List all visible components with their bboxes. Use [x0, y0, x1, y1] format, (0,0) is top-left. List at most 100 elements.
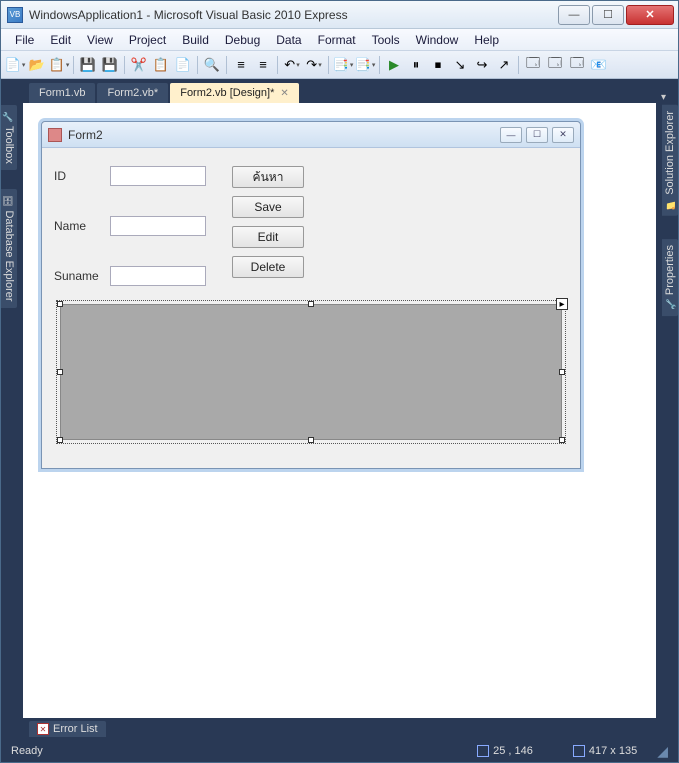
menu-project[interactable]: Project: [121, 31, 174, 49]
form-maximize-button[interactable]: ☐: [526, 127, 548, 143]
stop-button[interactable]: ⏹: [428, 55, 448, 75]
smart-tag-button[interactable]: ▸: [556, 298, 568, 310]
resize-handle-tl[interactable]: [57, 301, 63, 307]
status-text: Ready: [11, 745, 43, 757]
paste-button[interactable]: 📄: [173, 55, 193, 75]
platform-button[interactable]: 📑: [355, 55, 375, 75]
name-label: Name: [54, 219, 110, 233]
separator: [73, 56, 74, 74]
separator: [226, 56, 227, 74]
wrench-icon: 🔧: [665, 299, 675, 310]
form-minimize-button[interactable]: —: [500, 127, 522, 143]
window-button-2[interactable]: 🗔: [545, 55, 565, 75]
resize-grip[interactable]: ◢: [657, 743, 668, 760]
copy-button[interactable]: 📋: [151, 55, 171, 75]
separator: [277, 56, 278, 74]
resize-handle-mr[interactable]: [559, 369, 565, 375]
resize-handle-bm[interactable]: [308, 437, 314, 443]
id-input[interactable]: [110, 166, 206, 186]
edit-button[interactable]: Edit: [232, 226, 304, 248]
size-icon: [573, 745, 585, 757]
resize-handle-br[interactable]: [559, 437, 565, 443]
separator: [124, 56, 125, 74]
suname-label: Suname: [54, 269, 110, 283]
form-close-button[interactable]: ✕: [552, 127, 574, 143]
find-button[interactable]: 🔍: [202, 55, 222, 75]
new-project-button[interactable]: 📄: [5, 55, 25, 75]
uncomment-button[interactable]: ≡: [253, 55, 273, 75]
resize-handle-tm[interactable]: [308, 301, 314, 307]
menu-file[interactable]: File: [7, 31, 42, 49]
search-button[interactable]: ค้นหา: [232, 166, 304, 188]
tab-form2-vb[interactable]: Form2.vb*: [97, 83, 168, 103]
resize-handle-bl[interactable]: [57, 437, 63, 443]
id-label: ID: [54, 169, 110, 183]
menu-window[interactable]: Window: [408, 31, 467, 49]
save-all-button[interactable]: 💾: [100, 55, 120, 75]
database-explorer-tab[interactable]: 🗄Database Explorer: [1, 189, 17, 308]
tab-form1-vb[interactable]: Form1.vb: [29, 83, 95, 103]
step-out-button[interactable]: ↗: [494, 55, 514, 75]
form-icon: [48, 128, 62, 142]
step-over-button[interactable]: ↪: [472, 55, 492, 75]
pin-icon: 🔧: [4, 111, 14, 122]
config-button[interactable]: 📑: [333, 55, 353, 75]
resize-handle-ml[interactable]: [57, 369, 63, 375]
separator: [379, 56, 380, 74]
pause-button[interactable]: ⏸: [406, 55, 426, 75]
position-indicator: 25 , 146: [477, 745, 533, 757]
app-window: VB WindowsApplication1 - Microsoft Visua…: [0, 0, 679, 763]
redo-button[interactable]: ↷: [304, 55, 324, 75]
toolbar: 📄 📂 📋 💾 💾 ✂️ 📋 📄 🔍 ≡ ≡ ↶ ↷ 📑 📑 ▶ ⏸ ⏹ ↘ ↪…: [1, 51, 678, 79]
comment-button[interactable]: ≡: [231, 55, 251, 75]
save-button[interactable]: 💾: [78, 55, 98, 75]
menu-data[interactable]: Data: [268, 31, 309, 49]
menu-debug[interactable]: Debug: [217, 31, 268, 49]
menu-build[interactable]: Build: [174, 31, 217, 49]
close-button[interactable]: ✕: [626, 5, 674, 25]
document-tabs: Form1.vb Form2.vb* Form2.vb [Design]*✕ ▾: [1, 79, 678, 103]
tab-form2-design[interactable]: Form2.vb [Design]*✕: [170, 83, 299, 103]
start-debug-button[interactable]: ▶: [384, 55, 404, 75]
add-item-button[interactable]: 📋: [49, 55, 69, 75]
app-icon: VB: [7, 7, 23, 23]
open-button[interactable]: 📂: [27, 55, 47, 75]
size-indicator: 417 x 135: [573, 745, 637, 757]
form2-title: Form2: [68, 128, 500, 142]
save-form-button[interactable]: Save: [232, 196, 304, 218]
folder-icon: 📁: [665, 199, 675, 210]
bottom-tool-strip: ✕ Error List: [1, 718, 678, 740]
form2-titlebar[interactable]: Form2 — ☐ ✕: [42, 122, 580, 148]
designer-surface[interactable]: Form2 — ☐ ✕ ID: [23, 103, 656, 718]
solution-explorer-tab[interactable]: 📁Solution Explorer: [662, 105, 678, 216]
tab-overflow-button[interactable]: ▾: [661, 92, 670, 103]
maximize-button[interactable]: ☐: [592, 5, 624, 25]
suname-input[interactable]: [110, 266, 206, 286]
datagrid-selection[interactable]: ▸: [60, 304, 562, 440]
menu-format[interactable]: Format: [310, 31, 364, 49]
window-button-1[interactable]: 🗔: [523, 55, 543, 75]
statusbar: Ready 25 , 146 417 x 135 ◢: [1, 740, 678, 762]
menubar: File Edit View Project Build Debug Data …: [1, 29, 678, 51]
error-list-tab[interactable]: ✕ Error List: [29, 721, 106, 737]
menu-edit[interactable]: Edit: [42, 31, 79, 49]
menu-tools[interactable]: Tools: [364, 31, 408, 49]
datagridview[interactable]: [60, 304, 562, 440]
minimize-button[interactable]: —: [558, 5, 590, 25]
close-icon[interactable]: ✕: [280, 88, 288, 99]
name-input[interactable]: [110, 216, 206, 236]
form2-window[interactable]: Form2 — ☐ ✕ ID: [41, 121, 581, 469]
separator: [197, 56, 198, 74]
window-button-3[interactable]: 🗔: [567, 55, 587, 75]
delete-button[interactable]: Delete: [232, 256, 304, 278]
titlebar[interactable]: VB WindowsApplication1 - Microsoft Visua…: [1, 1, 678, 29]
window-button-4[interactable]: 📧: [589, 55, 609, 75]
menu-help[interactable]: Help: [466, 31, 507, 49]
cut-button[interactable]: ✂️: [129, 55, 149, 75]
window-title: WindowsApplication1 - Microsoft Visual B…: [29, 8, 556, 22]
toolbox-tab[interactable]: 🔧Toolbox: [1, 105, 17, 170]
menu-view[interactable]: View: [79, 31, 121, 49]
properties-tab[interactable]: 🔧Properties: [662, 239, 678, 316]
undo-button[interactable]: ↶: [282, 55, 302, 75]
step-into-button[interactable]: ↘: [450, 55, 470, 75]
